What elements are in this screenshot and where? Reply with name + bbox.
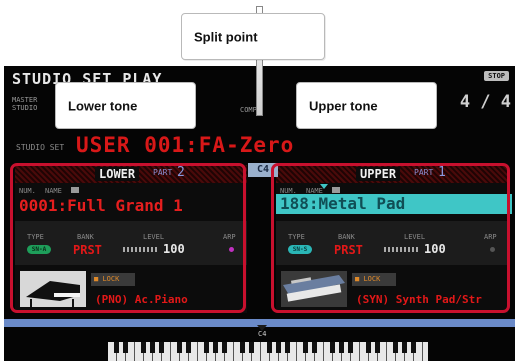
black-key [177,342,182,353]
stop-indicator: STOP [484,71,509,81]
comp-label: COMP [240,106,257,114]
black-key [375,342,380,353]
split-point-callout: Split point [181,13,325,60]
upper-tone-text: Upper tone [309,98,378,113]
black-key [114,342,119,353]
black-key [285,342,290,353]
black-key [240,342,245,353]
studio-set-name[interactable]: USER 001:FA-Zero [76,133,294,157]
black-key [276,342,281,353]
black-key [330,342,335,353]
studio-set-label: STUDIO SET [16,143,65,152]
upper-tone-callout: Upper tone [296,82,437,129]
master-label: MASTER [12,96,38,104]
split-point-text: Split point [194,29,258,44]
black-key [204,342,209,353]
black-key [366,342,371,353]
black-key [393,342,398,353]
black-key [303,342,308,353]
black-key [402,342,407,353]
keyboard-c4-label: C4 [258,330,267,338]
page-indicator: 4 / 4 [459,92,511,112]
black-key [339,342,344,353]
studio-label: STUDIO [12,104,38,112]
keyboard [108,342,428,361]
black-key [267,342,272,353]
black-key [186,342,191,353]
black-key [123,342,128,353]
lower-tone-callout: Lower tone [55,82,196,129]
lower-tone-highlight [10,163,246,313]
lower-tone-text: Lower tone [68,98,138,113]
black-key [159,342,164,353]
upper-tone-highlight [271,163,510,313]
figure: STUDIO SET PLAY MASTER STUDIO COMP STOP … [0,0,519,361]
black-key [150,342,155,353]
black-key [312,342,317,353]
black-key [222,342,227,353]
black-key [213,342,218,353]
black-key [411,342,416,353]
black-key [348,342,353,353]
black-key [249,342,254,353]
black-key [141,342,146,353]
